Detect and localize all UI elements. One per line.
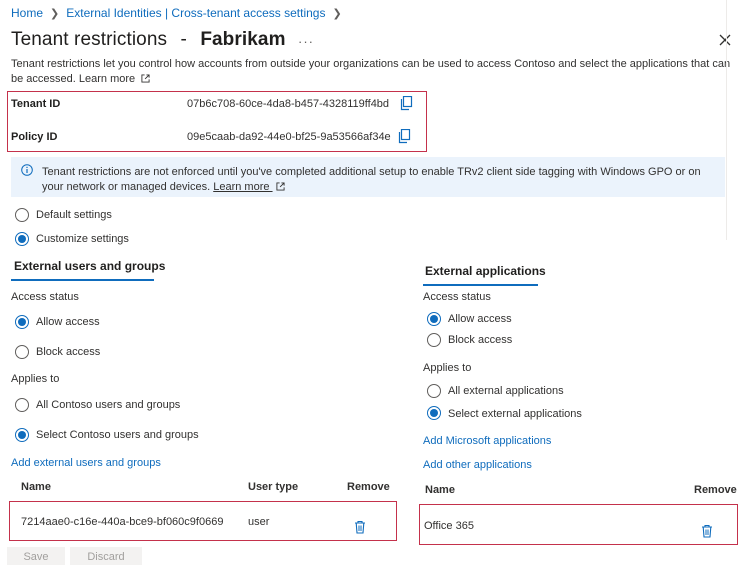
- tab-underline: [423, 284, 538, 286]
- select-contoso-users-radio[interactable]: [15, 428, 29, 442]
- default-settings-radio[interactable]: [15, 208, 29, 222]
- customize-settings-label: Customize settings: [36, 233, 129, 245]
- all-external-apps-label: All external applications: [448, 385, 564, 397]
- apps-applies-to-label: Applies to: [423, 362, 472, 374]
- all-contoso-users-label: All Contoso users and groups: [36, 399, 181, 411]
- copy-icon[interactable]: [399, 96, 413, 111]
- page-description: Tenant restrictions let you control how …: [11, 57, 739, 87]
- users-allow-access-radio[interactable]: [15, 315, 29, 329]
- add-other-apps-link[interactable]: Add other applications: [423, 459, 532, 471]
- policy-id-label: Policy ID: [11, 131, 58, 143]
- apps-block-access-label: Block access: [448, 334, 513, 346]
- tenant-id-label: Tenant ID: [11, 98, 61, 110]
- save-button[interactable]: Save: [7, 547, 65, 565]
- page-title-org: Fabrikam: [200, 29, 286, 50]
- apps-col-name: Name: [425, 484, 455, 496]
- banner-message: Tenant restrictions are not enforced unt…: [42, 166, 701, 193]
- app-row-name: Office 365: [424, 520, 474, 532]
- scroll-divider: [726, 0, 727, 240]
- learn-more-label: Learn more: [78, 73, 136, 85]
- users-block-access-label: Block access: [36, 346, 101, 358]
- banner-learn-more-link[interactable]: Learn more: [213, 181, 272, 193]
- customize-settings-radio[interactable]: [15, 232, 29, 246]
- all-external-apps-radio[interactable]: [427, 384, 441, 398]
- user-row-type: user: [248, 516, 270, 528]
- more-options-button[interactable]: ···: [298, 34, 314, 49]
- apps-access-status-label: Access status: [423, 291, 491, 303]
- info-banner-text: Tenant restrictions are not enforced unt…: [42, 165, 702, 195]
- trash-icon[interactable]: [354, 520, 366, 534]
- users-allow-access-label: Allow access: [36, 316, 100, 328]
- select-external-apps-radio[interactable]: [427, 406, 441, 420]
- all-contoso-users-radio[interactable]: [15, 398, 29, 412]
- apps-block-access-radio[interactable]: [427, 333, 441, 347]
- chevron-right-icon: ❯: [50, 7, 60, 20]
- learn-more-link[interactable]: Learn more: [79, 73, 150, 85]
- apps-allow-access-radio[interactable]: [427, 312, 441, 326]
- chevron-right-icon: ❯: [332, 7, 342, 20]
- info-icon: [21, 164, 33, 176]
- users-applies-to-label: Applies to: [11, 373, 60, 385]
- users-col-user-type: User type: [248, 481, 299, 493]
- select-contoso-users-label: Select Contoso users and groups: [36, 429, 199, 441]
- apps-col-remove: Remove: [694, 484, 737, 496]
- users-col-remove: Remove: [347, 481, 390, 493]
- page-title-prefix: Tenant restrictions: [11, 29, 168, 50]
- add-external-users-link[interactable]: Add external users and groups: [11, 457, 161, 469]
- users-block-access-radio[interactable]: [15, 345, 29, 359]
- breadcrumb: Home ❯ External Identities | Cross-tenan…: [11, 6, 349, 20]
- tab-external-applications[interactable]: External applications: [425, 264, 546, 278]
- external-link-icon: [141, 74, 150, 83]
- external-link-icon: [275, 182, 285, 191]
- apps-allow-access-label: Allow access: [448, 313, 512, 325]
- users-col-name: Name: [21, 481, 51, 493]
- trash-icon[interactable]: [701, 524, 713, 538]
- tenant-id-value: 07b6c708-60ce-4da8-b457-4328119ff4bd: [187, 98, 390, 110]
- tab-external-users-groups[interactable]: External users and groups: [14, 259, 165, 273]
- copy-icon[interactable]: [397, 129, 411, 144]
- page-title: Tenant restrictions - Fabrikam: [11, 29, 286, 51]
- close-icon[interactable]: [717, 32, 733, 48]
- page-title-dash: -: [180, 29, 187, 50]
- user-row-name: 7214aae0-c16e-440a-bce9-bf060c9f0669: [21, 516, 224, 528]
- default-settings-label: Default settings: [36, 209, 112, 221]
- add-microsoft-apps-link[interactable]: Add Microsoft applications: [423, 435, 551, 447]
- discard-button[interactable]: Discard: [70, 547, 142, 565]
- users-access-status-label: Access status: [11, 291, 79, 303]
- policy-id-value: 09e5caab-da92-44e0-bf25-9a53566af34e: [187, 131, 391, 143]
- breadcrumb-home[interactable]: Home: [11, 6, 43, 20]
- breadcrumb-cross-tenant[interactable]: External Identities | Cross-tenant acces…: [66, 6, 325, 20]
- select-external-apps-label: Select external applications: [448, 408, 582, 420]
- banner-learn-more-label: Learn more: [213, 181, 270, 193]
- tab-underline: [11, 279, 154, 281]
